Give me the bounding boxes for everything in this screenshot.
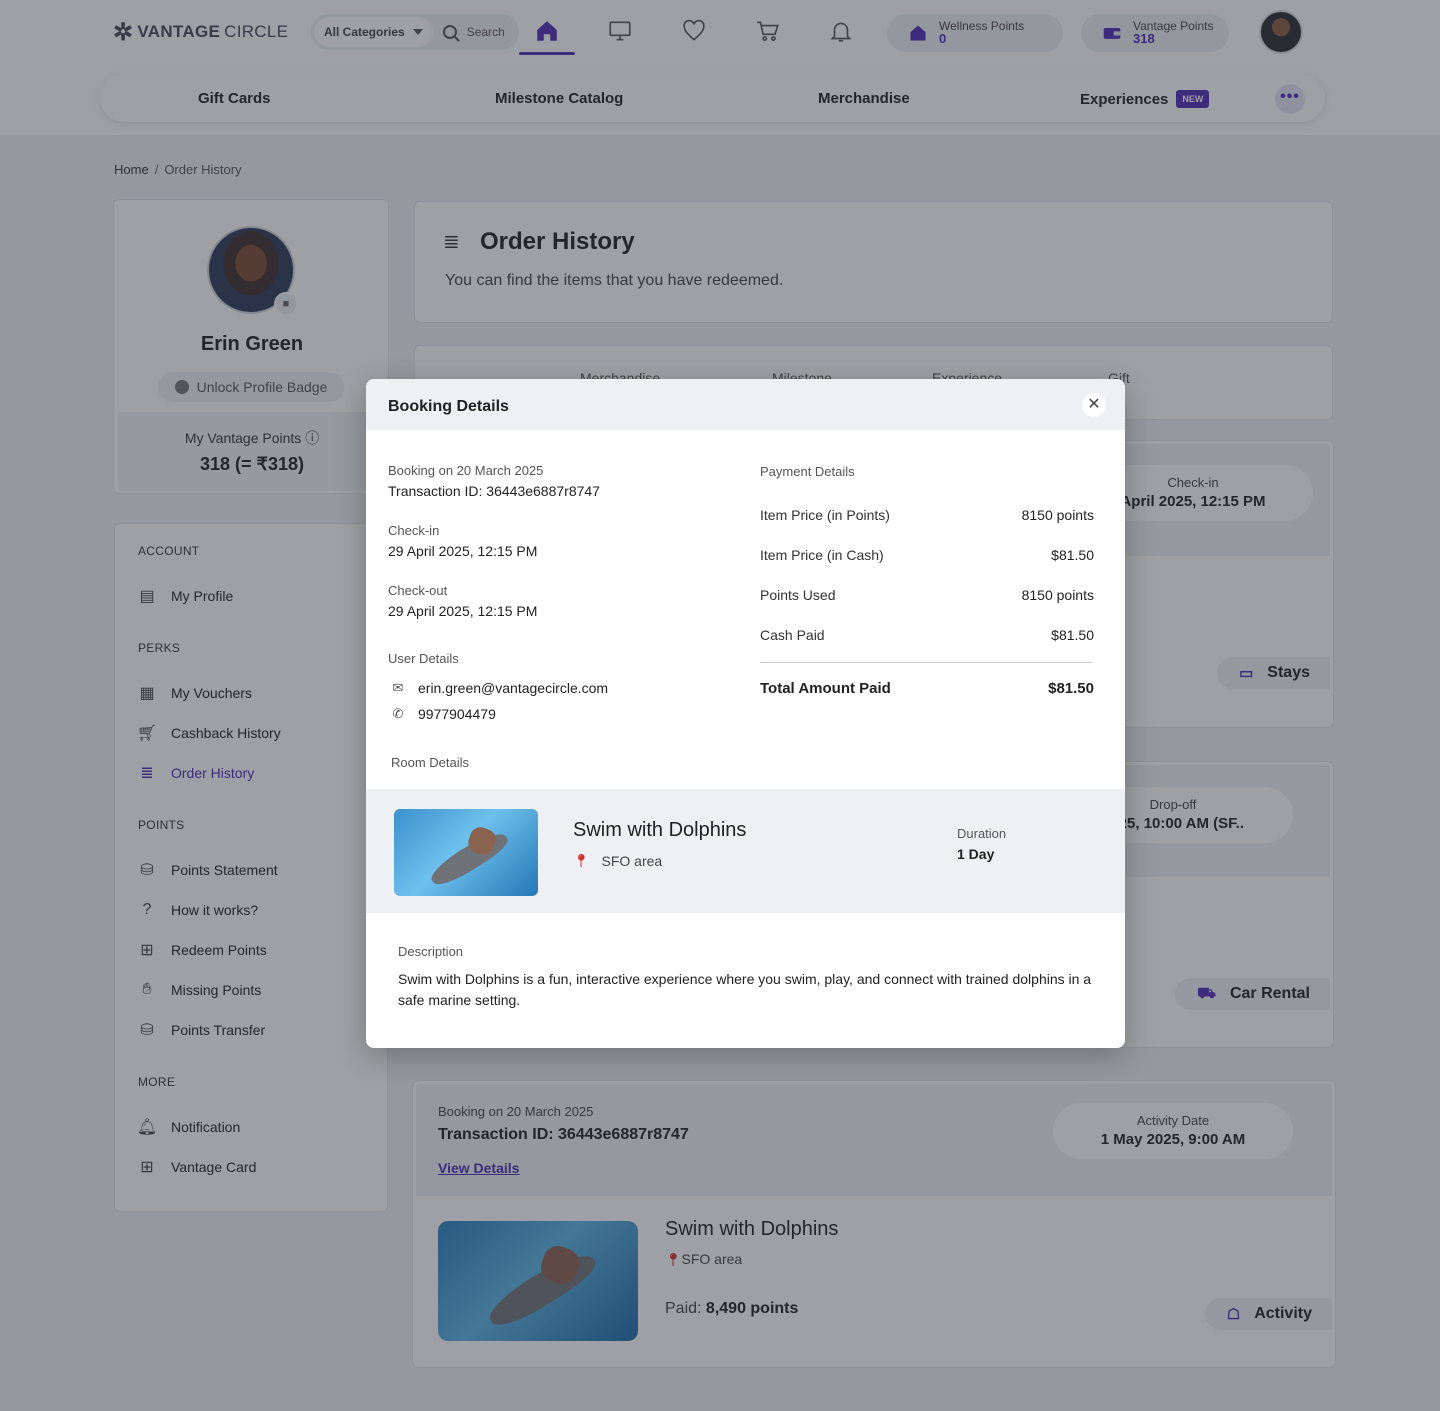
- phone-icon: ✆: [392, 706, 404, 721]
- payment-row: Points Used 8150 points: [760, 587, 1094, 603]
- mail-icon: ✉: [392, 680, 404, 695]
- payment-row: Item Price (in Points) 8150 points: [760, 507, 1094, 523]
- payment-row-label: Item Price (in Points): [760, 507, 890, 523]
- user-phone-text: 9977904479: [418, 706, 496, 722]
- payment-row-value: $81.50: [1051, 547, 1094, 563]
- booking-date: Booking on 20 March 2025: [388, 463, 544, 478]
- room-image: [394, 809, 538, 896]
- user-email: ✉ erin.green@vantagecircle.com: [390, 680, 609, 696]
- checkout-label: Check-out: [388, 583, 448, 598]
- room-name: Swim with Dolphins: [573, 819, 747, 841]
- payment-row-label: Item Price (in Cash): [760, 547, 884, 563]
- user-email-text: erin.green@vantagecircle.com: [418, 680, 609, 696]
- payment-row-label: Points Used: [760, 587, 836, 603]
- modal-header: Booking Details ✕: [366, 379, 1125, 430]
- user-phone: ✆ 9977904479: [390, 706, 496, 722]
- duration-label: Duration: [957, 826, 1007, 841]
- duration-value: 1 Day: [957, 846, 995, 862]
- modal-title: Booking Details: [388, 398, 509, 415]
- payment-details-label: Payment Details: [760, 464, 855, 479]
- booking-details-modal: Booking Details ✕ Booking on 20 March 20…: [366, 379, 1125, 1048]
- room-location: 📍︎ SFO area: [573, 853, 662, 869]
- user-details-label: User Details: [388, 651, 459, 666]
- room-details: Swim with Dolphins 📍︎ SFO area Duration …: [366, 789, 1125, 913]
- room-details-label: Room Details: [391, 755, 470, 770]
- total-label: Total Amount Paid: [760, 680, 891, 697]
- payment-divider: [760, 662, 1092, 663]
- location-pin-icon: 📍︎: [573, 853, 590, 868]
- checkin-label: Check-in: [388, 523, 440, 538]
- payment-row: Cash Paid $81.50: [760, 627, 1094, 643]
- checkin-value: 29 April 2025, 12:15 PM: [388, 543, 538, 559]
- payment-row-value: $81.50: [1051, 627, 1094, 643]
- transaction-id: Transaction ID: 36443e6887r8747: [388, 483, 600, 499]
- total-value: $81.50: [1048, 680, 1094, 697]
- close-icon[interactable]: ✕: [1082, 393, 1106, 417]
- description-text: Swim with Dolphins is a fun, interactive…: [398, 971, 1092, 1008]
- payment-row-value: 8150 points: [1021, 587, 1094, 603]
- room-location-text: SFO area: [601, 853, 663, 869]
- payment-total: Total Amount Paid $81.50: [760, 680, 1094, 697]
- payment-row: Item Price (in Cash) $81.50: [760, 547, 1094, 563]
- checkout-value: 29 April 2025, 12:15 PM: [388, 603, 538, 619]
- description-label: Description: [398, 944, 464, 959]
- payment-row-label: Cash Paid: [760, 627, 825, 643]
- payment-row-value: 8150 points: [1021, 507, 1094, 523]
